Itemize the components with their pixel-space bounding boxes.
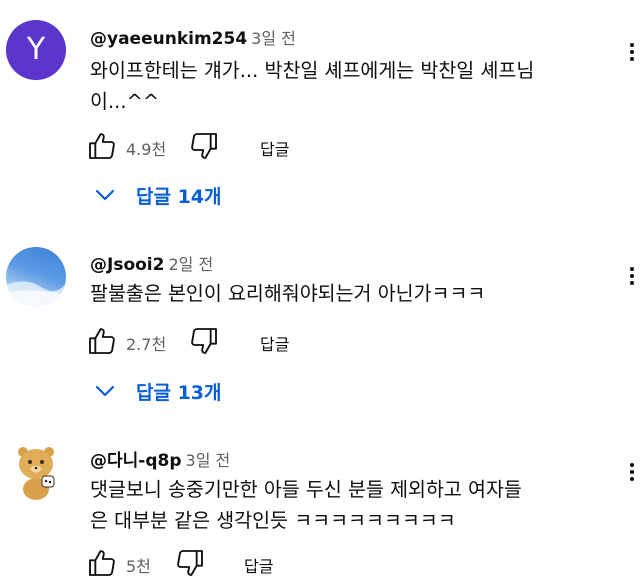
like-count: 4.9천 bbox=[126, 140, 167, 159]
comment-header: @다니-q8p 3일 전 bbox=[90, 446, 230, 471]
reply-button[interactable]: 답글 bbox=[260, 331, 289, 355]
avatar[interactable] bbox=[6, 247, 66, 307]
author-handle[interactable]: @다니-q8p bbox=[90, 451, 182, 471]
timestamp[interactable]: 3일 전 bbox=[251, 29, 296, 48]
like-count: 5천 bbox=[126, 557, 151, 576]
sky-photo-icon bbox=[6, 281, 66, 307]
comment-text-line: 댓글보니 송중기만한 아들 두신 분들 제외하고 여자들 bbox=[90, 478, 522, 501]
comment-text-line: 팔불출은 본인이 요리해줘야되는거 아닌가ㅋㅋㅋ bbox=[90, 282, 486, 305]
like-count: 2.7천 bbox=[126, 335, 167, 354]
reply-button[interactable]: 답글 bbox=[244, 553, 273, 577]
comment-text-line: 와이프한테는 걔가... 박찬일 셰프에게는 박찬일 셰프님 bbox=[90, 59, 535, 82]
comment-text: 와이프한테는 걔가... 박찬일 셰프에게는 박찬일 셰프님 이...^^ bbox=[90, 55, 610, 117]
comment-text: 팔불출은 본인이 요리해줘야되는거 아닌가ㅋㅋㅋ bbox=[90, 278, 610, 309]
dislike-icon[interactable] bbox=[188, 130, 220, 162]
bear-character-icon bbox=[18, 447, 55, 500]
avatar[interactable]: Y bbox=[6, 20, 66, 80]
timestamp[interactable]: 3일 전 bbox=[186, 451, 231, 470]
dislike-icon[interactable] bbox=[174, 547, 206, 579]
avatar[interactable] bbox=[6, 442, 66, 502]
author-handle[interactable]: @yaeeunkim254 bbox=[90, 29, 247, 49]
like-icon[interactable] bbox=[86, 547, 118, 579]
timestamp[interactable]: 2일 전 bbox=[168, 255, 213, 274]
like-icon[interactable] bbox=[86, 130, 118, 162]
replies-label: 답글 13개 bbox=[136, 382, 222, 404]
chevron-down-icon bbox=[95, 189, 115, 201]
comment-text-line: 이...^^ bbox=[90, 90, 160, 113]
replies-label: 답글 14개 bbox=[136, 186, 222, 208]
dislike-icon[interactable] bbox=[188, 325, 220, 357]
comment-text: 댓글보니 송중기만한 아들 두신 분들 제외하고 여자들 은 대부분 같은 생각… bbox=[90, 474, 610, 536]
more-actions-icon[interactable] bbox=[624, 267, 640, 288]
more-actions-icon[interactable] bbox=[624, 43, 640, 64]
comment-header: @Jsooi2 2일 전 bbox=[90, 251, 213, 275]
more-actions-icon[interactable] bbox=[624, 463, 640, 484]
chevron-down-icon bbox=[95, 385, 115, 397]
reply-button[interactable]: 답글 bbox=[260, 136, 289, 160]
like-icon[interactable] bbox=[86, 325, 118, 357]
author-handle[interactable]: @Jsooi2 bbox=[90, 255, 164, 275]
comment-text-line: 은 대부분 같은 생각인듯 ㅋㅋㅋㅋㅋㅋㅋㅋㅋ bbox=[90, 509, 456, 532]
comment-header: @yaeeunkim254 3일 전 bbox=[90, 25, 296, 49]
